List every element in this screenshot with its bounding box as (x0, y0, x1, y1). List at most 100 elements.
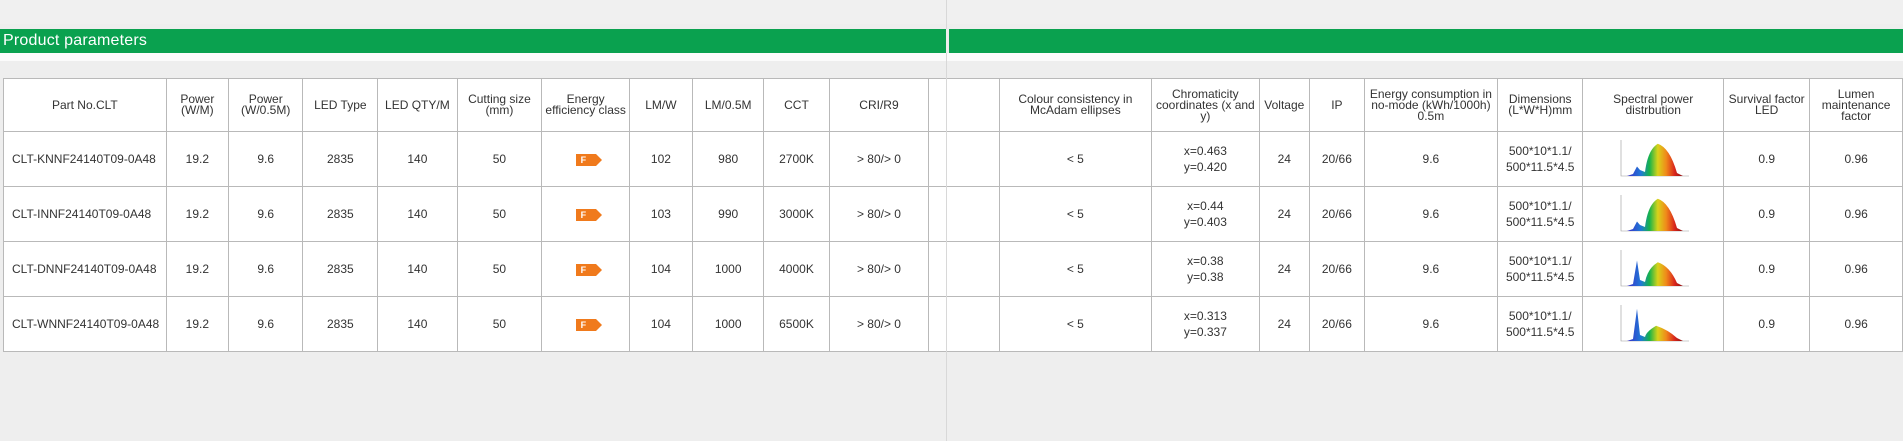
table-cell-cri: > 80/> 0 (828, 241, 930, 297)
table-cell-lumen: 0.96 (1809, 296, 1903, 352)
table-cell-lumen: 0.96 (1809, 186, 1903, 242)
coord-y: y=0.38 (1187, 270, 1224, 284)
table-cell-cct: 3000K (763, 186, 830, 242)
warm-spectrum-chart (1620, 195, 1690, 232)
table-cell-coord: x=0.313 y=0.337 (1151, 296, 1260, 352)
table-cell-dim: 500*10*1.1/500*11.5*4.5 (1497, 186, 1584, 242)
table-cell-power_m: 19.2 (165, 241, 229, 297)
neutral-spectrum-chart (1620, 250, 1690, 287)
table-cell-cri: > 80/> 0 (828, 131, 930, 187)
table-cell-part: CLT-INNF24140T09-0A48 (3, 186, 167, 242)
column-header (928, 78, 1000, 132)
table-cell-lumen: 0.96 (1809, 241, 1903, 297)
column-header: LM/0.5M (691, 78, 765, 132)
table-cell-power_m: 19.2 (165, 186, 229, 242)
table-cell-lmw: 103 (628, 186, 693, 242)
table-cell-ip: 20/66 (1309, 241, 1365, 297)
dimension-line: 500*10*1.1/ (1508, 254, 1572, 268)
table-cell-voltage: 24 (1258, 131, 1311, 187)
table-cell-energy: 9.6 (1363, 241, 1499, 297)
table-cell-ip: 20/66 (1309, 186, 1365, 242)
column-header: Cutting size (mm) (456, 78, 543, 132)
column-header: Part No.CLT (3, 78, 167, 132)
table-cell-mcadam: < 5 (998, 131, 1153, 187)
header-strip (0, 53, 1903, 61)
table-cell-eclass: F (541, 186, 630, 242)
table-cell-coord: x=0.463 y=0.420 (1151, 131, 1260, 187)
table-cell-ip: 20/66 (1309, 131, 1365, 187)
table-cell-blank (928, 241, 1000, 297)
table-cell-power_05m: 9.6 (227, 131, 304, 187)
table-row: CLT-WNNF24140T09-0A48 19.2 9.6 2835 140 50 F 10… (3, 296, 1903, 352)
table-cell-led_qty: 140 (377, 186, 458, 242)
table-cell-spectrum (1582, 296, 1725, 352)
table-cell-coord: x=0.38 y=0.38 (1151, 241, 1260, 297)
table-cell-lmw: 104 (628, 241, 693, 297)
table-cell-part: CLT-WNNF24140T09-0A48 (3, 296, 167, 352)
table-cell-dim: 500*10*1.1/500*11.5*4.5 (1497, 296, 1584, 352)
column-header: LED QTY/M (377, 78, 458, 132)
product-parameters-table: Part No.CLT Power (W/M) Power (W/0.5M) L… (3, 78, 1903, 352)
table-row: CLT-INNF24140T09-0A48 19.2 9.6 2835 140 50 F 10… (3, 186, 1903, 242)
table-cell-cri: > 80/> 0 (828, 186, 930, 242)
table-cell-voltage: 24 (1258, 241, 1311, 297)
column-header: Survival factor LED (1723, 78, 1811, 132)
table-cell-eclass: F (541, 241, 630, 297)
coord-x: x=0.313 (1183, 309, 1227, 323)
table-cell-led_qty: 140 (377, 296, 458, 352)
table-cell-led_qty: 140 (377, 131, 458, 187)
column-header: Energy efficiency class (541, 78, 630, 132)
table-cell-power_m: 19.2 (165, 131, 229, 187)
cool-spectrum-chart (1620, 305, 1690, 342)
table-cell-lmw: 102 (628, 131, 693, 187)
page-fold-gap (946, 29, 949, 53)
table-cell-dim: 500*10*1.1/500*11.5*4.5 (1497, 241, 1584, 297)
column-header: Power (W/M) (165, 78, 229, 132)
table-cell-mcadam: < 5 (998, 186, 1153, 242)
table-cell-cut: 50 (456, 241, 543, 297)
dimension-line: 500*11.5*4.5 (1505, 325, 1575, 339)
table-cell-cri: > 80/> 0 (828, 296, 930, 352)
table-cell-voltage: 24 (1258, 186, 1311, 242)
dimension-line: 500*11.5*4.5 (1505, 270, 1575, 284)
warm-spectrum-chart (1620, 140, 1690, 177)
column-header: CRI/R9 (828, 78, 930, 132)
table-cell-blank (928, 296, 1000, 352)
section-header-bar: Product parameters (0, 29, 1903, 53)
column-header: Lumen maintenance factor (1809, 78, 1903, 132)
column-header: Spectral power distrbution (1582, 78, 1725, 132)
table-cell-survival: 0.9 (1723, 186, 1811, 242)
table-cell-eclass: F (541, 296, 630, 352)
column-header: Voltage (1258, 78, 1311, 132)
energy-class-badge: F (575, 208, 602, 221)
table-header-row: Part No.CLT Power (W/M) Power (W/0.5M) L… (3, 78, 1903, 132)
table-cell-part: CLT-DNNF24140T09-0A48 (3, 241, 167, 297)
table-cell-spectrum (1582, 131, 1725, 187)
section-title: Product parameters (3, 32, 148, 49)
column-header: CCT (763, 78, 830, 132)
column-header: LM/W (628, 78, 693, 132)
energy-class-badge: F (575, 263, 602, 276)
table-cell-power_05m: 9.6 (227, 186, 304, 242)
table-cell-led_type: 2835 (302, 296, 379, 352)
table-cell-blank (928, 186, 1000, 242)
table-cell-survival: 0.9 (1723, 131, 1811, 187)
column-header: Energy consumption in no-mode (kWh/1000h… (1363, 78, 1499, 132)
table-cell-led_type: 2835 (302, 186, 379, 242)
table-cell-eclass: F (541, 131, 630, 187)
table-cell-lumen: 0.96 (1809, 131, 1903, 187)
table-row: CLT-KNNF24140T09-0A48 19.2 9.6 2835 140 50 F 10… (3, 131, 1903, 187)
table-cell-lm05: 980 (691, 131, 765, 187)
table-cell-cct: 2700K (763, 131, 830, 187)
table-body: CLT-KNNF24140T09-0A48 19.2 9.6 2835 140 50 F 10… (3, 131, 1903, 352)
table-cell-coord: x=0.44 y=0.403 (1151, 186, 1260, 242)
table-cell-power_05m: 9.6 (227, 296, 304, 352)
table-cell-lm05: 990 (691, 186, 765, 242)
column-header: LED Type (302, 78, 379, 132)
table-cell-mcadam: < 5 (998, 296, 1153, 352)
coord-y: y=0.403 (1183, 215, 1227, 229)
table-cell-led_qty: 140 (377, 241, 458, 297)
table-cell-cut: 50 (456, 186, 543, 242)
dimension-line: 500*10*1.1/ (1508, 199, 1572, 213)
column-header: IP (1309, 78, 1365, 132)
